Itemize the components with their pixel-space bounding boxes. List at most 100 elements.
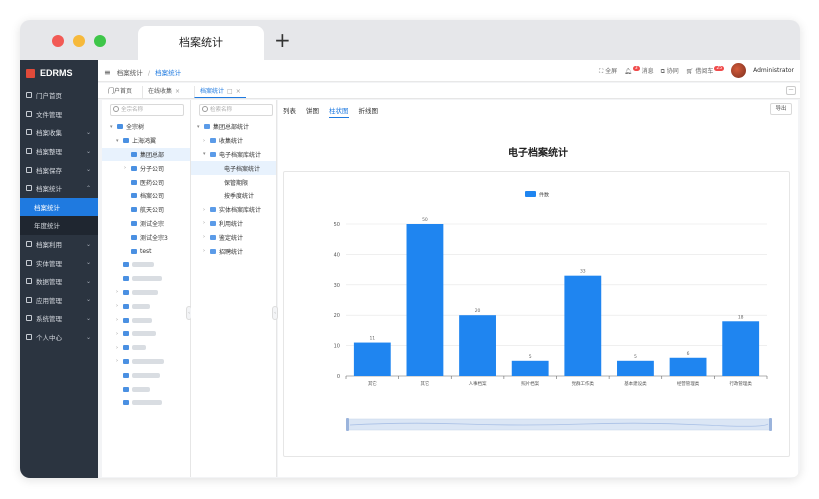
- expand-arrow-icon[interactable]: ›: [116, 289, 123, 295]
- expand-arrow-icon[interactable]: ›: [124, 165, 131, 171]
- sidebar-item[interactable]: 档案利用 ⌄: [20, 235, 98, 254]
- expand-arrow-icon[interactable]: ▾: [197, 124, 204, 130]
- expand-arrow-icon[interactable]: ›: [203, 207, 210, 213]
- expand-arrow-icon[interactable]: ▾: [116, 138, 123, 144]
- bar[interactable]: [722, 321, 760, 376]
- tree-node[interactable]: test: [102, 244, 190, 258]
- stats-search-input[interactable]: 检索名称: [199, 104, 273, 116]
- tree-node[interactable]: › 实体档案库统计: [191, 203, 276, 217]
- sidebar-item[interactable]: 应用管理 ⌄: [20, 291, 98, 310]
- chart-view-tab[interactable]: 列表: [283, 105, 296, 118]
- tree-node[interactable]: 按季度统计: [191, 189, 276, 203]
- avatar[interactable]: [731, 63, 747, 78]
- tree-node[interactable]: › 收集统计: [191, 134, 276, 148]
- collapse-tabs-button[interactable]: —: [786, 86, 796, 95]
- tree-node[interactable]: › 招聘统计: [191, 244, 276, 258]
- tree-node[interactable]: ›: [102, 355, 190, 369]
- expand-arrow-icon[interactable]: ›: [116, 345, 123, 351]
- new-tab-button[interactable]: +: [274, 28, 291, 52]
- tree-node[interactable]: 电子档案统计: [191, 161, 276, 176]
- chart-view-tab[interactable]: 饼图: [306, 105, 319, 118]
- chart-view-tab[interactable]: 柱状图: [329, 105, 349, 118]
- tree-node[interactable]: [102, 258, 190, 272]
- collab-button[interactable]: ⧉ 协同: [661, 66, 679, 76]
- tree-node[interactable]: ▾ 集团总部统计: [191, 120, 276, 134]
- sidebar-item[interactable]: 档案保存 ⌄: [20, 160, 98, 179]
- tree-node[interactable]: ▾ 全宗树: [102, 120, 190, 134]
- tree-node[interactable]: ›: [102, 341, 190, 355]
- sidebar-item[interactable]: 实体管理 ⌄: [20, 253, 98, 272]
- breadcrumb-item[interactable]: 档案统计: [117, 69, 143, 77]
- tab-portal[interactable]: 门户首页: [103, 86, 137, 98]
- expand-arrow-icon[interactable]: ›: [203, 220, 210, 226]
- bar[interactable]: [564, 275, 602, 376]
- bar[interactable]: [406, 224, 444, 376]
- expand-arrow-icon[interactable]: ▾: [203, 151, 210, 157]
- tree-node[interactable]: [102, 272, 190, 286]
- sidebar-item[interactable]: 档案整理 ⌄: [20, 142, 98, 161]
- browser-tab[interactable]: 档案统计: [138, 26, 264, 60]
- legend-label[interactable]: 件数: [539, 192, 549, 199]
- expand-arrow-icon[interactable]: ›: [116, 331, 123, 337]
- tree-node[interactable]: ›: [102, 327, 190, 341]
- app-logo[interactable]: EDRMS: [20, 60, 98, 86]
- tree-node[interactable]: 集团总部: [102, 147, 190, 162]
- tree-node[interactable]: 测试全宗3: [102, 230, 190, 244]
- tree-node[interactable]: [102, 368, 190, 382]
- fullscreen-button[interactable]: ⛶ 全屏: [599, 66, 617, 76]
- expand-arrow-icon[interactable]: ›: [203, 234, 210, 240]
- bar[interactable]: [459, 315, 496, 376]
- tab-archive-stats[interactable]: 档案统计 □ ×: [194, 86, 246, 98]
- sidebar-item[interactable]: 个人中心 ⌄: [20, 328, 98, 347]
- bar[interactable]: [617, 360, 654, 376]
- expand-arrow-icon[interactable]: ›: [116, 317, 123, 323]
- fonds-search-input[interactable]: 全宗名称: [110, 104, 184, 116]
- user-name[interactable]: Administrator: [753, 67, 794, 74]
- expand-arrow-icon[interactable]: ›: [203, 138, 210, 144]
- sidebar-subitem[interactable]: 档案统计: [20, 197, 98, 217]
- legend-swatch[interactable]: [525, 191, 536, 197]
- expand-arrow-icon[interactable]: ›: [203, 248, 210, 254]
- minimize-window-icon[interactable]: [73, 35, 85, 47]
- expand-arrow-icon[interactable]: ›: [116, 358, 123, 364]
- tree-node[interactable]: ›: [102, 299, 190, 313]
- tree-node[interactable]: ▾ 电子档案库统计: [191, 148, 276, 162]
- sidebar-item[interactable]: 文件管理: [20, 105, 98, 124]
- export-button[interactable]: 导出: [770, 103, 792, 115]
- tab-online-collect[interactable]: 在线收集 ×: [142, 86, 185, 98]
- tree-node[interactable]: ›: [102, 286, 190, 300]
- messages-button[interactable]: 🔔︎ 3 消息: [624, 66, 654, 75]
- expand-arrow-icon[interactable]: ›: [116, 303, 123, 309]
- sidebar-item[interactable]: 档案统计 ⌃: [20, 179, 98, 198]
- maximize-window-icon[interactable]: [94, 35, 106, 47]
- expand-arrow-icon[interactable]: ▾: [110, 124, 117, 130]
- tree-node[interactable]: › 利用统计: [191, 217, 276, 231]
- tree-node[interactable]: 医药公司: [102, 175, 190, 189]
- tree-node[interactable]: 航天公司: [102, 203, 190, 217]
- close-icon[interactable]: ×: [236, 88, 241, 95]
- sidebar-item[interactable]: 系统管理 ⌄: [20, 309, 98, 328]
- data-zoom-left-handle[interactable]: [346, 418, 349, 431]
- menu-toggle-icon[interactable]: ≡: [104, 68, 111, 77]
- sidebar-item[interactable]: 数据管理 ⌄: [20, 272, 98, 291]
- borrow-cart-button[interactable]: 🛒︎ 借阅车 25: [686, 66, 725, 75]
- tree-node[interactable]: ›: [102, 313, 190, 327]
- restore-icon[interactable]: □: [227, 88, 233, 95]
- tree-node[interactable]: › 分子公司: [102, 161, 190, 175]
- sidebar-item[interactable]: 门户首页: [20, 86, 98, 105]
- tree-node[interactable]: › 鉴定统计: [191, 230, 276, 244]
- tree-node[interactable]: ▾ 上海鸿翼: [102, 134, 190, 148]
- data-zoom-right-handle[interactable]: [769, 418, 772, 431]
- tree-node[interactable]: 测试全宗: [102, 217, 190, 231]
- tree-node[interactable]: 档案公司: [102, 189, 190, 203]
- close-icon[interactable]: ×: [175, 88, 180, 95]
- tree-node[interactable]: [102, 382, 190, 396]
- bar[interactable]: [511, 360, 549, 376]
- tree-node[interactable]: [102, 396, 190, 410]
- bar[interactable]: [353, 342, 391, 376]
- sidebar-item[interactable]: 档案收集 ⌄: [20, 123, 98, 142]
- close-window-icon[interactable]: [52, 35, 64, 47]
- bar[interactable]: [669, 357, 707, 376]
- tree-node[interactable]: 保管期限: [191, 175, 276, 189]
- sidebar-subitem[interactable]: 年度统计: [20, 216, 98, 235]
